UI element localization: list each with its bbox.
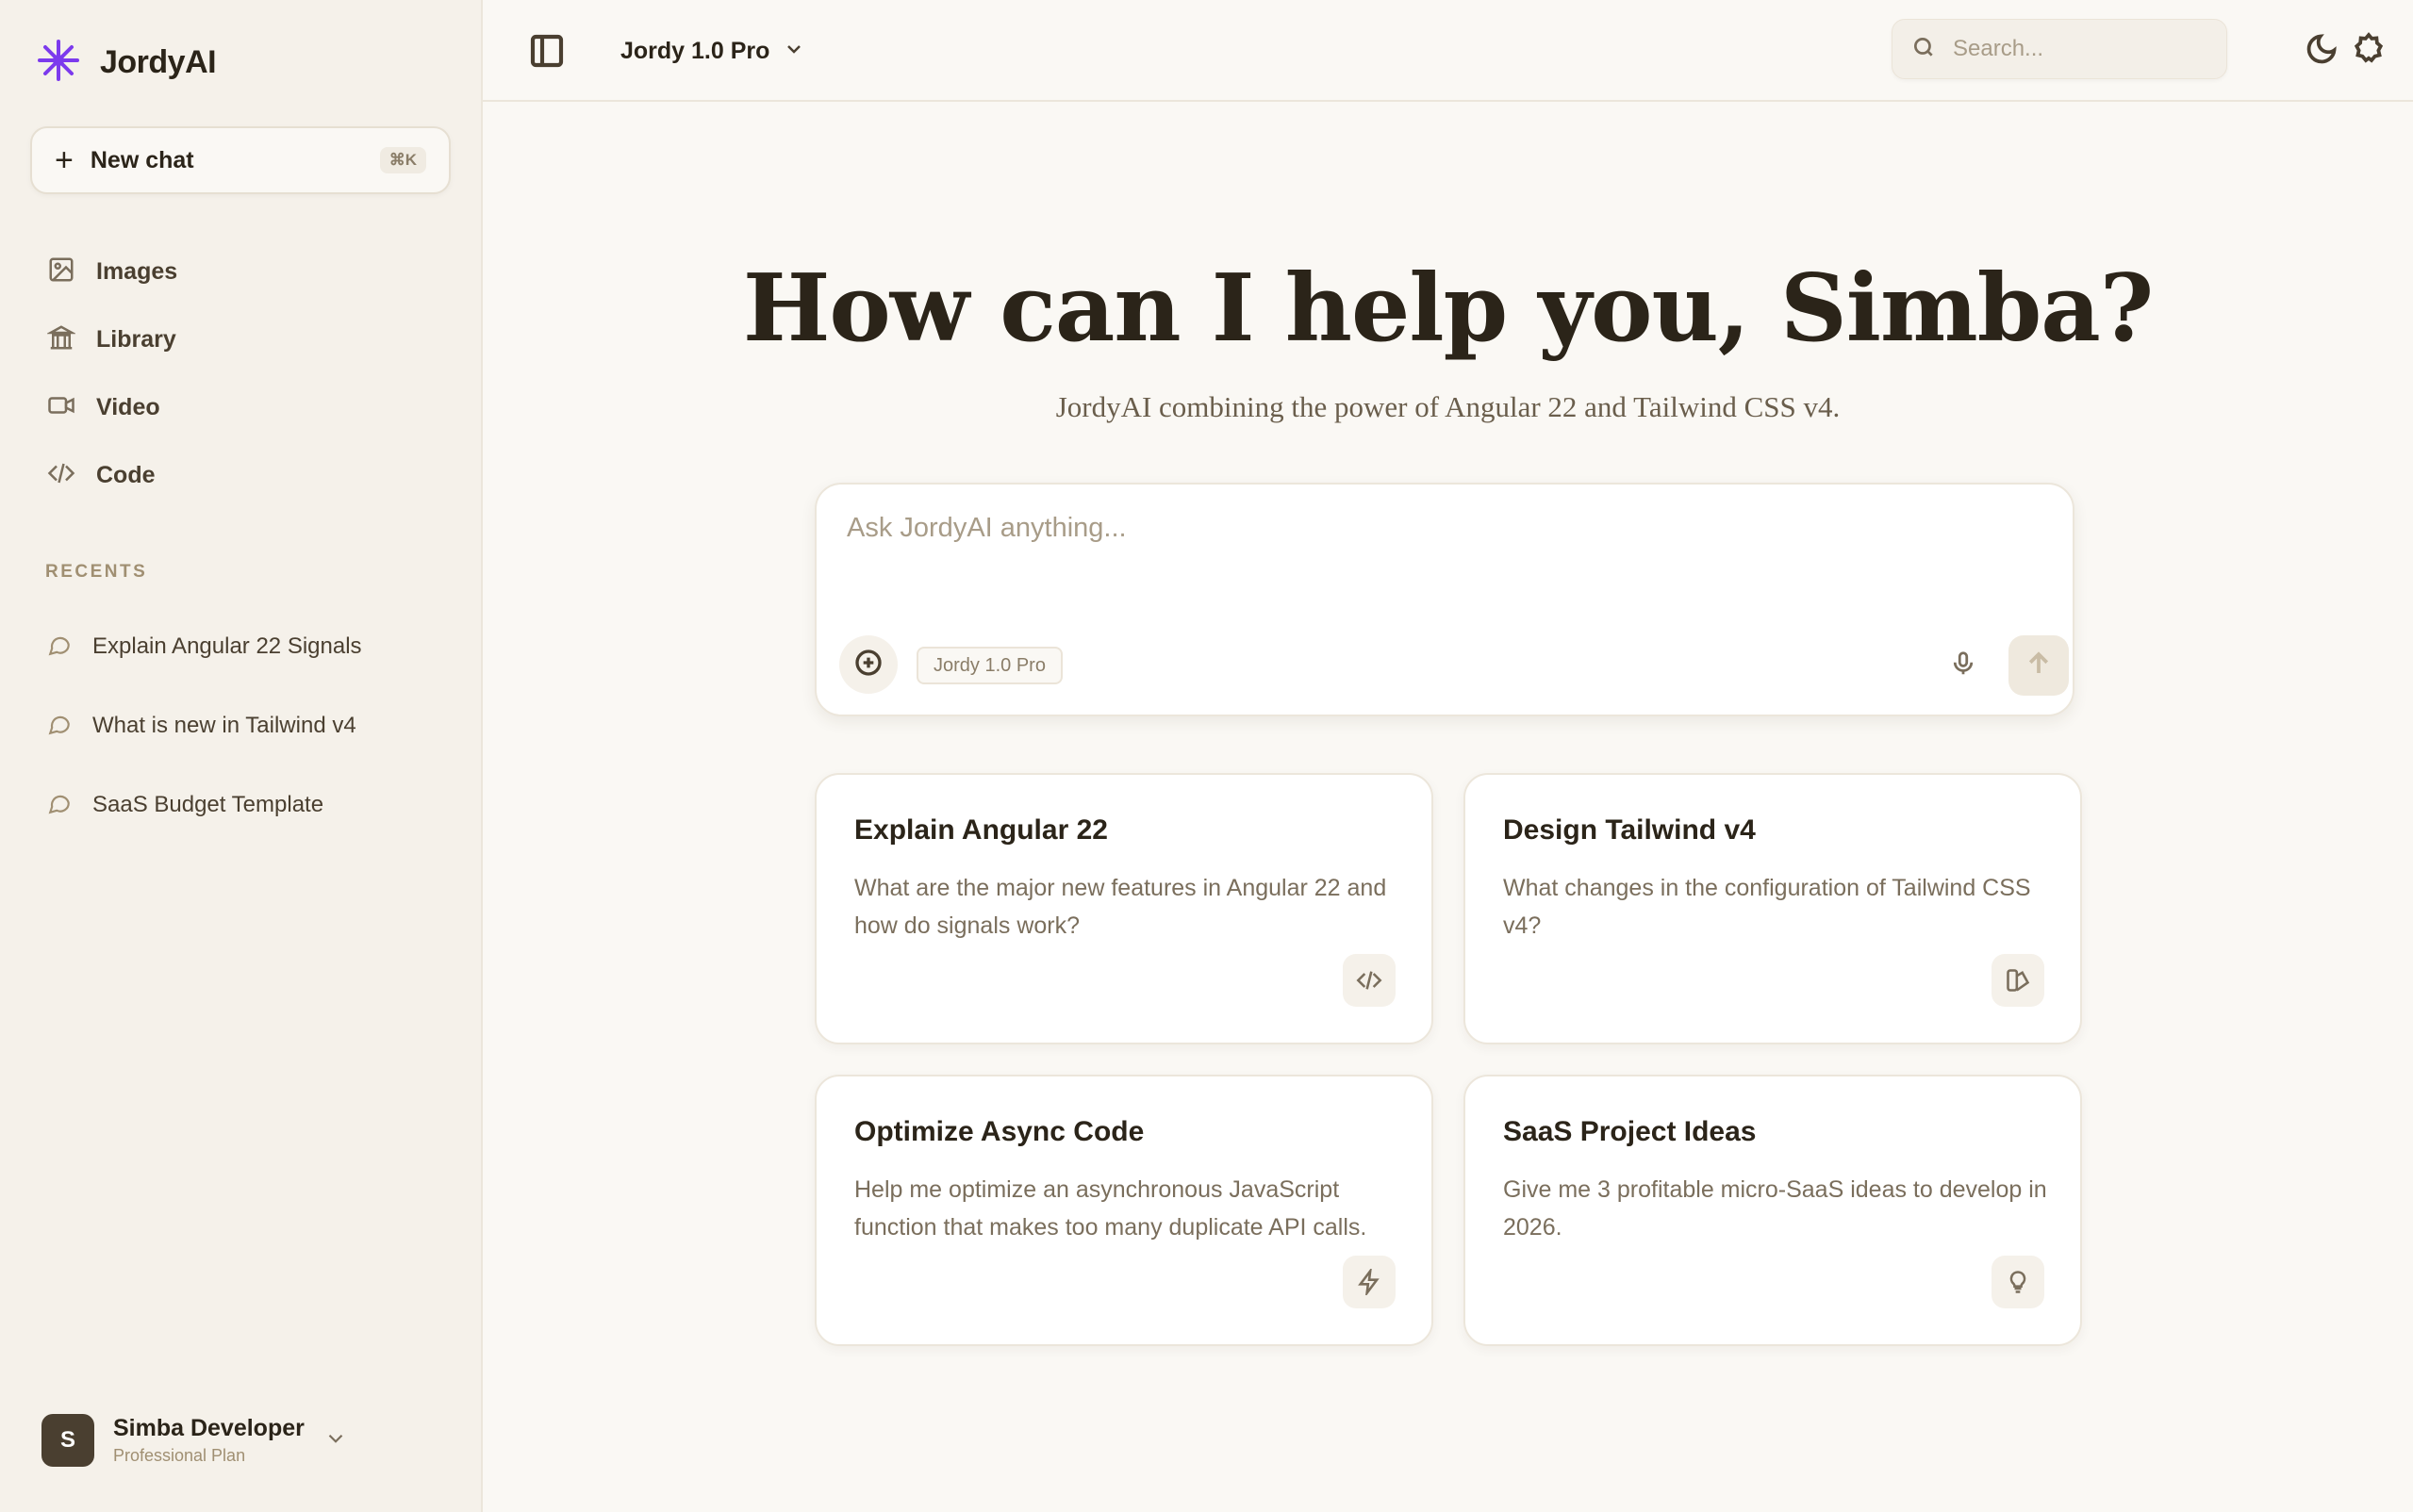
sidebar-item-label: Video [96, 393, 160, 420]
arrow-up-icon [2025, 649, 2053, 682]
brand-name: JordyAI [100, 44, 217, 80]
page-subtitle: JordyAI combining the power of Angular 2… [1055, 390, 1841, 423]
page-title: How can I help you, Simba? [742, 255, 2154, 363]
library-icon [45, 323, 77, 356]
user-name: Simba Developer [113, 1415, 305, 1441]
card-description: What changes in the configuration of Tai… [1503, 875, 2031, 939]
chevron-down-icon [323, 1426, 348, 1455]
theme-toggle-button[interactable] [1967, 32, 2005, 70]
image-icon [47, 255, 75, 288]
logo-icon [36, 38, 81, 88]
sidebar-item-label: Library [96, 325, 176, 353]
send-button[interactable] [2008, 635, 2069, 696]
chat-bubble-icon [47, 712, 72, 741]
palette-icon [1992, 954, 2044, 1007]
recent-chat-label: Explain Angular 22 Signals [92, 633, 362, 659]
card-description: Give me 3 profitable micro-SaaS ideas to… [1503, 1176, 2047, 1241]
sidebar: JordyAI + New chat ⌘K Images Library Vid… [0, 0, 483, 1512]
card-title: Design Tailwind v4 [1503, 814, 1756, 846]
search-icon [1911, 35, 1936, 64]
avatar: S [41, 1414, 94, 1467]
recent-chat-label: SaaS Budget Template [92, 792, 324, 817]
shortcut-badge: ⌘K [379, 147, 426, 173]
top-bar: Jordy 1.0 Pro [483, 0, 2413, 102]
card-title: SaaS Project Ideas [1503, 1116, 1757, 1147]
sidebar-toggle-button[interactable] [528, 32, 566, 70]
user-plan: Professional Plan [113, 1446, 246, 1465]
attach-button[interactable] [839, 635, 898, 694]
dark-mode-button[interactable] [2305, 32, 2342, 70]
plus-circle-icon [853, 648, 884, 682]
recent-chat-item[interactable]: SaaS Budget Template [30, 765, 451, 845]
brand[interactable]: JordyAI [36, 38, 217, 88]
sidebar-item-label: Images [96, 257, 178, 285]
lightbulb-icon [1992, 1256, 2044, 1308]
main-content: Jordy 1.0 Pro How can I help you, Simba?… [483, 0, 2413, 1512]
recent-chat-item[interactable]: Explain Angular 22 Signals [30, 607, 451, 686]
recent-chat-label: What is new in Tailwind v4 [92, 713, 356, 738]
chat-bubble-icon [47, 633, 72, 662]
plus-icon: + [55, 142, 74, 178]
video-icon [47, 391, 75, 424]
card-description: What are the major new features in Angul… [854, 875, 1387, 939]
card-description: Help me optimize an asynchronous JavaScr… [854, 1176, 1367, 1241]
search-box[interactable] [1892, 19, 2227, 79]
lightning-icon [1343, 1256, 1396, 1308]
prompt-input[interactable] [847, 513, 2035, 588]
suggestion-card[interactable]: Explain Angular 22 What are the major ne… [815, 773, 1433, 1044]
sidebar-item-library[interactable]: Library [30, 305, 451, 373]
chevron-down-icon [783, 38, 805, 65]
microphone-icon [1949, 649, 1977, 682]
recents-heading: RECENTS [45, 562, 148, 582]
sidebar-item-images[interactable]: Images [30, 238, 451, 305]
recent-chat-item[interactable]: What is new in Tailwind v4 [30, 686, 451, 765]
chat-composer: Jordy 1.0 Pro [815, 483, 2074, 716]
card-title: Optimize Async Code [854, 1116, 1145, 1147]
recents-list: Explain Angular 22 Signals What is new i… [30, 607, 451, 845]
chat-bubble-icon [47, 791, 72, 820]
code-icon [1343, 954, 1396, 1007]
sidebar-item-video[interactable]: Video [30, 373, 451, 441]
suggestion-card[interactable]: Optimize Async Code Help me optimize an … [815, 1075, 1433, 1346]
model-selector[interactable]: Jordy 1.0 Pro [620, 32, 805, 70]
voice-input-button[interactable] [1944, 647, 1982, 684]
new-chat-button[interactable]: + New chat ⌘K [30, 126, 451, 194]
sidebar-item-code[interactable]: Code [30, 441, 451, 509]
new-chat-label: New chat [90, 146, 194, 173]
suggestion-card[interactable]: Design Tailwind v4 What changes in the c… [1463, 773, 2082, 1044]
sidebar-nav: Images Library Video Code [30, 238, 451, 509]
moon-icon [2305, 34, 2339, 70]
sidebar-item-label: Code [96, 461, 156, 488]
gear-icon [2352, 32, 2386, 70]
model-selector-label: Jordy 1.0 Pro [620, 37, 770, 64]
user-info: Simba Developer Professional Plan [113, 1415, 305, 1466]
suggestion-card[interactable]: SaaS Project Ideas Give me 3 profitable … [1463, 1075, 2082, 1346]
card-title: Explain Angular 22 [854, 814, 1108, 846]
model-chip[interactable]: Jordy 1.0 Pro [917, 647, 1063, 684]
code-icon [47, 459, 75, 492]
settings-button[interactable] [2352, 32, 2389, 70]
user-menu[interactable]: S Simba Developer Professional Plan [41, 1412, 447, 1469]
sidebar-panel-icon [528, 34, 566, 74]
